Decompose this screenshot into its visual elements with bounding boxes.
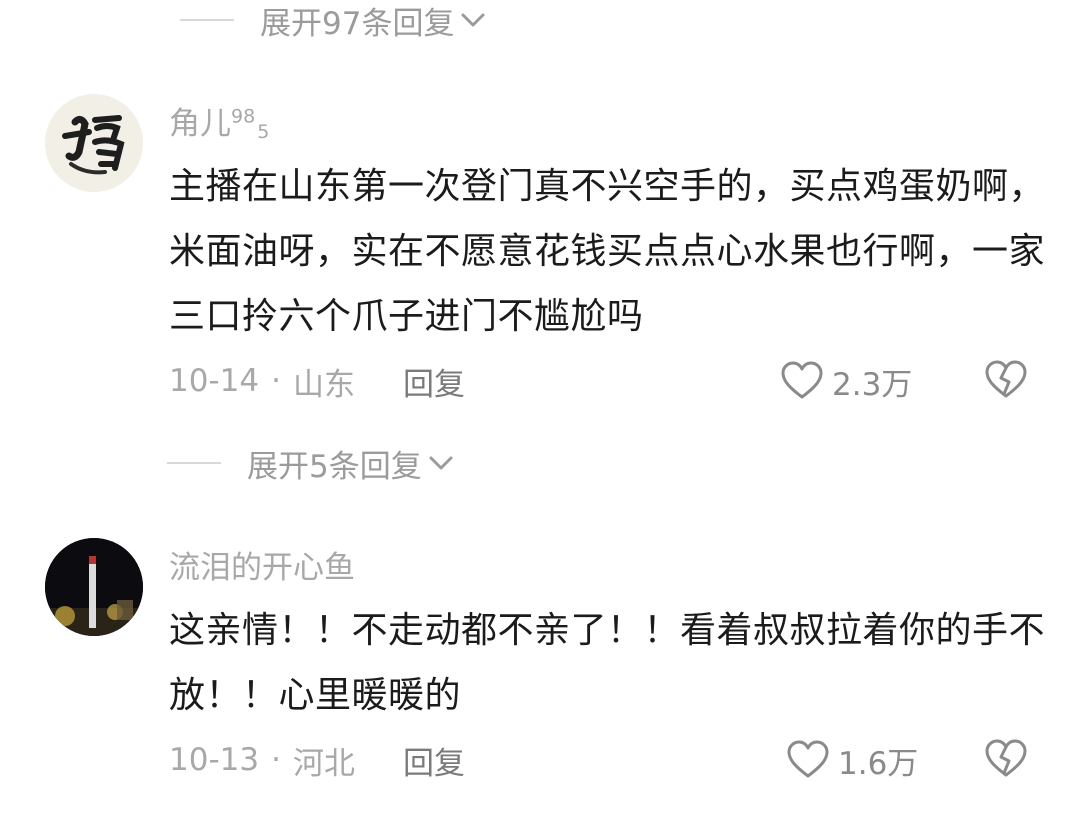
meta-separator: · (271, 363, 281, 399)
calligraphy-fu-icon (45, 94, 143, 192)
comment-page: 展开97条回复 角儿985 主播在山东第一次登门真不兴空手的，买点鸡蛋奶啊，米面… (0, 0, 1079, 815)
chevron-down-icon (460, 11, 486, 29)
dislike-button[interactable] (984, 739, 1028, 783)
divider-line (180, 19, 234, 21)
username-badge-sub: 5 (257, 121, 270, 143)
chevron-down-icon (428, 454, 454, 472)
comment-location: 河北 (292, 745, 355, 782)
heart-icon (781, 361, 823, 399)
reply-button[interactable]: 回复 (403, 738, 465, 783)
broken-heart-icon (985, 360, 1027, 398)
like-button[interactable]: 1.6万 (786, 739, 919, 782)
avatar[interactable] (45, 94, 143, 192)
reply-button[interactable]: 回复 (403, 359, 465, 404)
comment-meta: 10-13 · 河北 回复 (169, 738, 465, 783)
night-tower-icon (45, 538, 143, 636)
divider-line (167, 462, 221, 464)
comment-location: 山东 (292, 366, 355, 403)
expand-replies-label: 展开97条回复 (260, 5, 455, 42)
like-count: 1.6万 (838, 745, 919, 782)
broken-heart-icon (985, 739, 1027, 777)
expand-replies-top[interactable]: 展开97条回复 (180, 0, 486, 42)
username-badge-sup: 98 (231, 105, 256, 128)
comment-username[interactable]: 角儿985 (169, 98, 269, 143)
avatar[interactable] (45, 538, 143, 636)
comment-date: 10-14 (169, 363, 260, 399)
comment-text: 这亲情！！不走动都不亲了！！看着叔叔拉着你的手不放！！心里暖暖的 (169, 610, 1046, 716)
like-button[interactable]: 2.3万 (780, 360, 913, 403)
comment-text: 主播在山东第一次登门真不兴空手的，买点鸡蛋奶啊，米面油呀，实在不愿意花钱买点点心… (169, 166, 1046, 337)
comment-username[interactable]: 流泪的开心鱼 (169, 542, 355, 587)
expand-replies-label: 展开5条回复 (247, 448, 422, 485)
expand-replies-button[interactable]: 展开5条回复 (167, 442, 454, 485)
comment-meta: 10-14 · 山东 回复 (169, 359, 465, 404)
comment-date: 10-13 (169, 742, 260, 778)
meta-separator: · (271, 742, 281, 778)
dislike-button[interactable] (984, 360, 1028, 404)
like-count: 2.3万 (832, 366, 913, 403)
heart-icon (787, 740, 829, 778)
